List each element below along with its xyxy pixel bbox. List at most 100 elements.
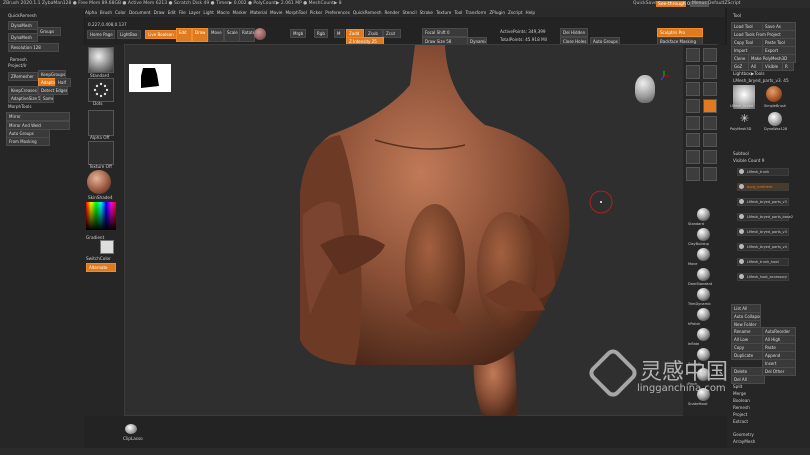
menu-item-macro[interactable]: Macro xyxy=(217,8,230,17)
subtool-row[interactable]: LMesh_bryed_parts_v3 xyxy=(737,198,789,206)
view-tool-icon[interactable] xyxy=(703,116,717,130)
brush-standard-icon[interactable] xyxy=(697,208,710,221)
morphtools-header[interactable]: MorphTools xyxy=(8,104,32,109)
cliplasso-icon[interactable] xyxy=(125,424,137,434)
axis-gizmo[interactable] xyxy=(659,71,669,81)
edit-button[interactable]: Edit xyxy=(176,28,192,42)
alpha-thumbnail[interactable] xyxy=(88,110,114,136)
menu-item-alpha[interactable]: Alpha xyxy=(85,8,97,17)
brush-move-icon[interactable] xyxy=(697,248,710,261)
menu-item-light[interactable]: Light xyxy=(203,8,213,17)
groups-toggle[interactable]: Groups xyxy=(37,27,61,36)
subtool-row[interactable]: LMesh_bryed_parts_v4 xyxy=(737,243,789,251)
view-tool-icon[interactable] xyxy=(686,150,700,164)
view-tool-icon[interactable] xyxy=(686,116,700,130)
polymesh-thumbnail[interactable]: ✳ xyxy=(740,113,752,125)
subtool-row[interactable]: LMesh_bryed_parts_v3 xyxy=(737,228,789,236)
brush-hpolish-icon[interactable] xyxy=(697,308,710,321)
brush-claybuildup-icon[interactable] xyxy=(697,228,710,241)
dynamesh-button[interactable]: DynaMesh xyxy=(8,33,38,42)
draw-button[interactable]: Draw xyxy=(192,28,208,42)
view-tool-icon[interactable] xyxy=(703,167,717,181)
subtool-row[interactable]: LMesh_trunk xyxy=(737,168,789,176)
quickremesh-header[interactable]: QuickRemesh xyxy=(8,13,37,18)
menu-item-stencil[interactable]: Stencil xyxy=(402,8,416,17)
visible-button[interactable]: Visible xyxy=(762,62,784,71)
menu-item-tool[interactable]: Tool xyxy=(454,8,462,17)
extract-item[interactable]: Extract xyxy=(733,419,748,424)
menu-item-movie[interactable]: Movie xyxy=(270,8,282,17)
rgb-button[interactable]: Rgb xyxy=(314,29,328,38)
subtool-header[interactable]: Subtool xyxy=(733,151,749,156)
focal-shift-slider[interactable]: Focal Shift 0 xyxy=(422,28,468,37)
menu-item-quickremesh[interactable]: QuickRemesh xyxy=(353,8,382,17)
m-button[interactable]: M xyxy=(334,29,345,38)
scale-button[interactable]: Scale xyxy=(224,28,240,42)
adaptive-size-slider[interactable]: AdaptiveSize 50 xyxy=(8,94,42,103)
brush-thumbnail[interactable] xyxy=(88,47,114,73)
del-other-button[interactable]: Del Other xyxy=(762,367,796,376)
lightbox-tools-label[interactable]: Lightbox▶Tools xyxy=(733,71,765,76)
subtool-row[interactable]: LMesh_bryed_parts_base2 xyxy=(737,213,793,221)
remesh-item[interactable]: Remesh xyxy=(733,405,750,410)
menu-item-edit[interactable]: Edit xyxy=(168,8,176,17)
menu-item-file[interactable]: File xyxy=(179,8,186,17)
view-tool-icon[interactable] xyxy=(686,99,700,113)
from-masking-button[interactable]: From Masking xyxy=(6,137,50,146)
mirror-button[interactable]: Mirror xyxy=(6,112,70,121)
brush-inflate-icon[interactable] xyxy=(697,328,710,341)
stroke-thumbnail[interactable] xyxy=(88,78,114,102)
lightbox-button[interactable]: LightBox xyxy=(117,30,141,39)
sculptris-pro-button[interactable]: Sculptris Pro xyxy=(657,28,703,37)
menu-item-morphtool[interactable]: MorphTool xyxy=(285,8,306,17)
default-zscript[interactable]: DefaultZScript xyxy=(708,0,741,8)
menu-item-color[interactable]: Color xyxy=(115,8,126,17)
brush-trimdynamic-icon[interactable] xyxy=(697,288,710,301)
view-tool-icon[interactable] xyxy=(703,133,717,147)
switch-color-label[interactable]: SwitchColor xyxy=(86,256,111,261)
project-label[interactable]: Project/Ir xyxy=(8,63,27,68)
subtool-row[interactable]: LMesh_hoot_accessory xyxy=(737,273,789,281)
subtool-row[interactable]: body_brethere xyxy=(737,183,789,191)
mrgb-button[interactable]: Mrgb xyxy=(290,29,306,38)
view-tool-icon[interactable] xyxy=(703,82,717,96)
menu-item-document[interactable]: Document xyxy=(129,8,151,17)
view-tool-icon[interactable] xyxy=(703,150,717,164)
view-tool-icon[interactable] xyxy=(686,133,700,147)
r-button[interactable]: R xyxy=(782,62,794,71)
home-page-button[interactable]: Home Page xyxy=(87,30,115,39)
see-through-slider[interactable]: See-through 0 xyxy=(656,1,690,7)
project-item[interactable]: Project xyxy=(733,412,747,417)
quicksave-button[interactable]: QuickSave xyxy=(633,0,657,8)
menu-item-brush[interactable]: Brush xyxy=(100,8,112,17)
menu-item-transform[interactable]: Transform xyxy=(465,8,486,17)
alternate-button[interactable]: Alternate xyxy=(86,263,116,272)
view-tool-icon[interactable] xyxy=(703,48,717,62)
menu-item-texture[interactable]: Texture xyxy=(436,8,451,17)
menu-item-stroke[interactable]: Stroke xyxy=(420,8,433,17)
view-tool-icon[interactable] xyxy=(686,82,700,96)
tool-header[interactable]: Tool xyxy=(733,13,741,18)
subtool-row[interactable]: LMesh_trunk_hoot xyxy=(737,258,789,266)
menu-item-layer[interactable]: Layer xyxy=(189,8,201,17)
material-thumbnail[interactable] xyxy=(87,170,111,194)
menu-item-help[interactable]: Help xyxy=(526,8,536,17)
menu-item-zplugin[interactable]: ZPlugin xyxy=(489,8,505,17)
simplebrush-thumbnail[interactable] xyxy=(766,86,782,102)
menu-item-render[interactable]: Render xyxy=(385,8,400,17)
arraymesh-item[interactable]: ArrayMesh xyxy=(733,439,755,444)
resolution-slider[interactable]: Resolution 128 xyxy=(8,43,59,52)
brush-damstandard-icon[interactable] xyxy=(697,268,710,281)
navigation-head-icon[interactable] xyxy=(635,75,655,103)
texture-thumbnail[interactable] xyxy=(88,141,114,165)
color-picker[interactable] xyxy=(86,202,116,230)
zremesher-button[interactable]: ZRemesher xyxy=(8,72,38,81)
menus-button[interactable]: Menus xyxy=(690,1,709,7)
view-tool-icon[interactable] xyxy=(703,65,717,79)
geometry-item[interactable]: Geometry xyxy=(733,432,754,437)
main-color-swatch[interactable] xyxy=(100,240,114,254)
menu-item-picker[interactable]: Picker xyxy=(310,8,322,17)
rotate-button[interactable]: Rotate xyxy=(239,28,255,42)
view-tool-icon[interactable] xyxy=(703,99,717,113)
menu-item-marker[interactable]: Marker xyxy=(233,8,247,17)
